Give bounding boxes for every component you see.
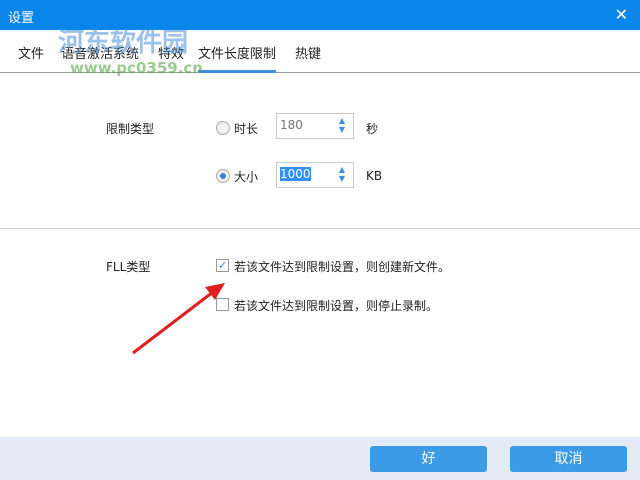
window-title: 设置 xyxy=(8,11,35,26)
cancel-button[interactable]: 取消 xyxy=(510,446,627,472)
limit-type-label: 限制类型 xyxy=(106,122,155,136)
size-stepper[interactable]: 1000 ▲ ▼ xyxy=(276,162,354,188)
duration-unit: 秒 xyxy=(366,122,379,136)
footer: 好 取消 xyxy=(0,437,640,480)
size-value[interactable]: 1000 xyxy=(280,167,311,181)
stop-recording-label: 若该文件达到限制设置，则停止录制。 xyxy=(234,299,439,313)
create-new-file-checkbox[interactable]: ✓ xyxy=(216,259,229,272)
tab-effects[interactable]: 特效 xyxy=(158,43,184,62)
tab-file-length-limit[interactable]: 文件长度限制 xyxy=(198,43,277,73)
close-icon[interactable]: ✕ xyxy=(615,5,628,24)
spin-arrows-icon[interactable]: ▲ ▼ xyxy=(339,165,345,183)
duration-label: 时长 xyxy=(234,122,259,136)
red-arrow-annotation xyxy=(132,283,225,355)
title-bar: 设置 ✕ xyxy=(0,0,640,30)
create-new-file-label: 若该文件达到限制设置，则创建新文件。 xyxy=(234,260,451,274)
ok-button[interactable]: 好 xyxy=(370,446,487,472)
duration-radio[interactable] xyxy=(216,121,230,135)
divider xyxy=(0,228,640,229)
tab-voice-activation[interactable]: 语音激活系统 xyxy=(61,43,139,62)
tab-file[interactable]: 文件 xyxy=(18,43,44,62)
fll-type-label: FLL类型 xyxy=(106,260,151,274)
spin-arrows-icon[interactable]: ▲ ▼ xyxy=(339,116,345,134)
duration-stepper[interactable]: 180 ▲ ▼ xyxy=(276,113,354,139)
tab-hotkeys[interactable]: 热键 xyxy=(295,43,321,62)
duration-value[interactable]: 180 xyxy=(280,118,303,132)
size-label: 大小 xyxy=(234,170,259,184)
size-unit: KB xyxy=(366,169,383,183)
size-radio[interactable] xyxy=(216,169,230,183)
tab-bar: 文件 语音激活系统 特效 文件长度限制 热键 xyxy=(0,30,640,73)
